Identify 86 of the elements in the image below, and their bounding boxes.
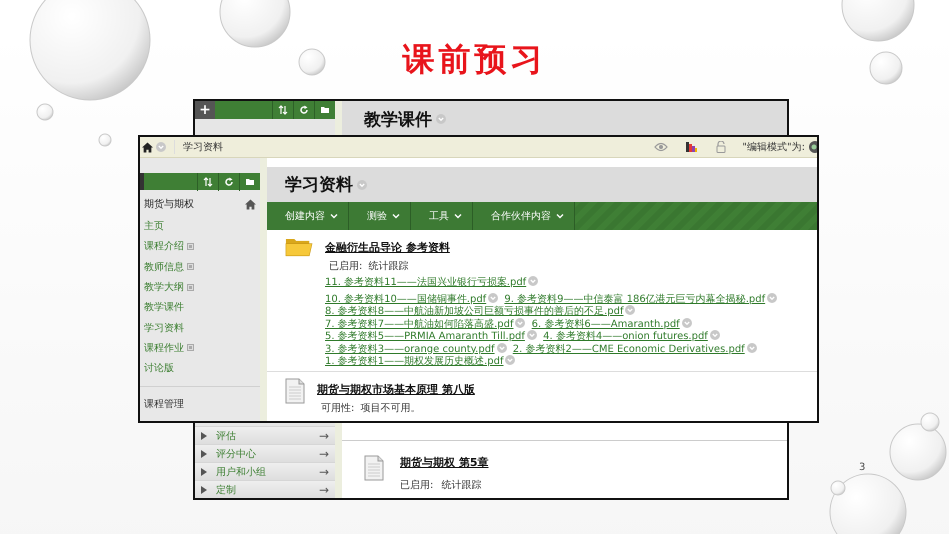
document-icon (364, 455, 384, 481)
item-title[interactable]: 金融衍生品导论 参考资料 (325, 241, 450, 254)
refresh-icon (224, 177, 234, 187)
options-icon[interactable] (625, 305, 636, 315)
item-title[interactable]: 期货与期权市场基本原理 第八版 (317, 382, 475, 396)
expand-icon (201, 432, 207, 440)
nav-link[interactable]: 讨论版 (144, 361, 174, 376)
course-title[interactable]: 期货与期权 (144, 197, 194, 211)
edit-mode-label: "编辑模式"为: (742, 140, 805, 154)
home-icon[interactable] (142, 142, 153, 152)
nav-link[interactable]: 教学大纲 (144, 280, 184, 294)
menu-tab[interactable]: 工具 (411, 202, 473, 230)
options-icon[interactable] (746, 342, 757, 352)
menu-tab[interactable]: 创建内容 (267, 202, 349, 230)
folder-icon (285, 236, 313, 257)
section-label: 课程管理 (140, 386, 260, 421)
water-drop (98, 134, 112, 146)
menu-tab[interactable]: 测验 (349, 202, 411, 230)
document-icon (285, 378, 305, 404)
menu-item[interactable]: 定制 → (195, 480, 335, 498)
file-link[interactable]: 2. 参考资料2——CME Economic Derivatives.pdf (512, 344, 745, 354)
options-icon[interactable] (528, 276, 538, 286)
nav-link[interactable]: 学习资料 (144, 320, 184, 335)
file-link[interactable]: 4. 参考资料4——onion futures.pdf (543, 331, 708, 342)
options-icon[interactable] (767, 292, 778, 302)
options-icon[interactable] (682, 318, 692, 328)
file-link[interactable]: 9. 参考资料9——中信泰富 186亿港元巨亏内幕全揭秘.pdf (504, 294, 766, 304)
item-title[interactable]: 期货与期权 第5章 (400, 455, 488, 470)
nav-link[interactable]: 课程介绍 (144, 239, 184, 254)
options-icon[interactable] (436, 114, 446, 124)
status-value: 统计跟踪 (368, 260, 408, 273)
options-icon[interactable] (710, 330, 720, 340)
caret-icon (454, 212, 462, 220)
refresh-icon (299, 105, 309, 115)
file-link[interactable]: 3. 参考资料3——orange county.pdf (325, 344, 495, 354)
page-number: 3 (859, 462, 866, 473)
breadcrumb[interactable]: 学习资料 (174, 140, 223, 154)
water-drop (298, 48, 326, 76)
menu-item[interactable]: 用户和小组 → (195, 462, 335, 480)
color-bars-icon[interactable] (684, 141, 698, 153)
status-label: 已启用: (400, 478, 434, 492)
file-link[interactable]: 8. 参考资料8——中航油新加坡公司巨额亏损事件的善后的不足.pdf (325, 306, 624, 317)
add-button[interactable]: + (195, 101, 215, 119)
folder-icon (245, 177, 255, 187)
slide-title: 课前预习 (402, 40, 546, 78)
caret-icon (556, 212, 564, 220)
status-label: 可用性: (321, 402, 354, 414)
file-link[interactable]: 6. 参考资料6——Amaranth.pdf (532, 318, 680, 330)
options-icon[interactable] (357, 180, 367, 190)
file-link[interactable]: 11. 参考资料11——法国兴业银行亏损案.pdf (325, 277, 526, 288)
page-title: 教学课件 (364, 108, 432, 130)
options-icon[interactable] (488, 292, 498, 302)
nav-link[interactable]: 教学课件 (144, 300, 184, 314)
file-link[interactable]: 1. 参考资料1——期权发展历史概述.pdf (325, 356, 504, 367)
sort-icon (278, 105, 288, 115)
file-link[interactable]: 10. 参考资料10——国储铜事件.pdf (325, 294, 486, 304)
menu-item[interactable]: 评估 → (195, 426, 335, 444)
menu-tab[interactable]: 合作伙伴内容 (473, 202, 575, 230)
options-icon[interactable] (156, 142, 166, 152)
eye-icon[interactable] (654, 141, 668, 153)
nav-link[interactable]: 课程作业 (144, 340, 184, 355)
options-icon[interactable] (515, 318, 526, 328)
water-drop (870, 52, 902, 84)
options-icon[interactable] (526, 330, 537, 340)
options-icon[interactable] (505, 355, 516, 365)
expand-icon (201, 486, 207, 494)
folder-icon (320, 105, 330, 115)
water-drop (220, 0, 290, 48)
expand-icon (201, 450, 207, 458)
caret-icon (392, 212, 400, 220)
status-label: 已启用: (329, 260, 362, 273)
home-icon[interactable] (245, 198, 256, 210)
menu-item[interactable]: 评分中心 → (195, 444, 335, 462)
sort-icon (203, 177, 213, 187)
water-drop (36, 104, 54, 120)
status-value: 项目不可用。 (360, 402, 420, 414)
options-icon[interactable] (496, 342, 507, 352)
nav-link[interactable]: 主页 (144, 219, 164, 234)
page-title: 学习资料 (285, 174, 353, 196)
status-value: 统计跟踪 (441, 478, 482, 492)
nav-link[interactable]: 教师信息 (144, 260, 184, 274)
caret-icon (330, 212, 338, 220)
file-link[interactable]: 5. 参考资料5——PRMIA Amaranth Till.pdf (325, 331, 525, 342)
file-link[interactable]: 7. 参考资料7——中航油如何陷落高盛.pdf (325, 318, 514, 330)
expand-icon (201, 468, 207, 476)
lock-icon[interactable] (714, 141, 728, 153)
